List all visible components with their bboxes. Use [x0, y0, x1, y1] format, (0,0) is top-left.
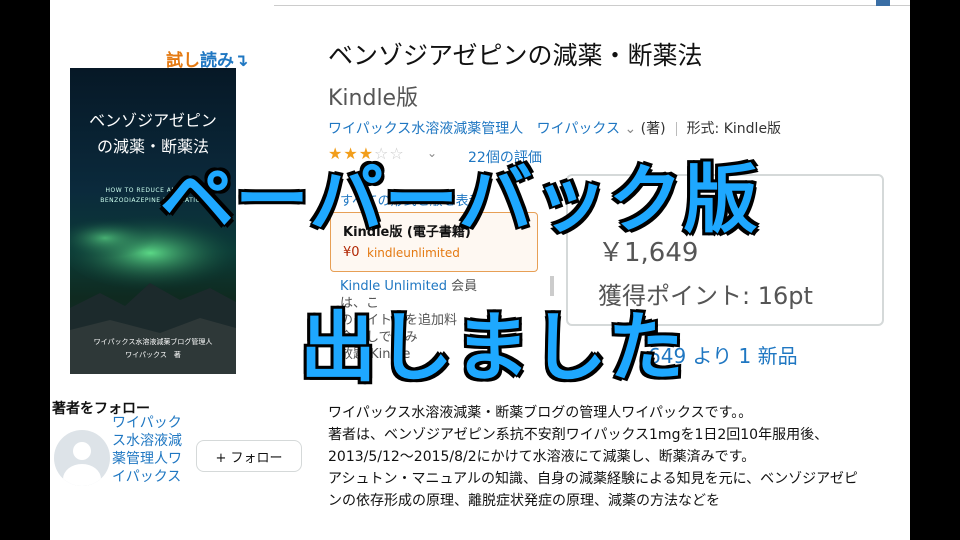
cover-author-line: ワイパックス水溶液減薬ブログ管理人 [93, 338, 213, 346]
format-label: 形式: Kindle版 [686, 121, 782, 137]
kindle-option-price: ¥0 [343, 245, 360, 260]
author-role: (著) [640, 121, 666, 137]
overlay-caption-top: ペーパーバック版 [159, 156, 760, 245]
look-inside-arrow-icon: ↴ [234, 51, 249, 71]
avatar-head-icon [73, 442, 91, 460]
overlay-caption-bottom: 出しました [299, 302, 686, 394]
description-para-2: 著者は、ベンゾジアゼピン系抗不安剤ワイパックス1mgを1日2回10年服用後、20… [328, 427, 829, 465]
cover-author: ワイパックス水溶液減薬ブログ管理人 ワイパックス 著 [70, 336, 236, 362]
product-format: Kindle版 [328, 86, 419, 111]
description-para-3: アシュトン・マニュアルの知識、自身の減薬経験による知見を元に、ベンゾジアゼピンの… [328, 471, 858, 509]
author-chevron-icon[interactable]: ⌄ [624, 121, 636, 137]
avatar-body-icon [63, 464, 101, 486]
book-description: ワイパックス水溶液減薬・断薬ブログの管理人ワイパックスです。。 著者は、ベンゾジ… [328, 402, 868, 512]
author-link-2[interactable]: ワイパックス [537, 121, 620, 137]
product-page: 試し読み↴ ベンゾジアゼピン の減薬・断薬法 HOW TO REDUCE AND… [50, 0, 910, 540]
follow-author-link[interactable]: ワイパックス水溶液減薬管理人ワイパックス [112, 414, 188, 486]
description-para-1: ワイパックス水溶液減薬・断薬ブログの管理人ワイパックスです。。 [328, 405, 753, 421]
author-link[interactable]: ワイパックス水溶液減薬管理人 [328, 121, 523, 137]
product-title: ベンゾジアゼピンの減薬・断薬法 [328, 41, 703, 70]
follow-button[interactable]: + フォロー [196, 440, 302, 472]
cover-title-line1: ベンゾジアゼピン [89, 111, 217, 130]
byline: ワイパックス水溶液減薬管理人 ワイパックス ⌄ (著) 形式: Kindle版 [328, 118, 888, 138]
kindle-unlimited-logo: kindleunlimited [367, 246, 460, 260]
author-avatar[interactable] [54, 430, 110, 486]
byline-divider [675, 122, 677, 136]
top-corner-tab [876, 0, 890, 6]
cover-author-name: ワイパックス 著 [125, 351, 181, 359]
top-bar-edge [274, 0, 910, 6]
